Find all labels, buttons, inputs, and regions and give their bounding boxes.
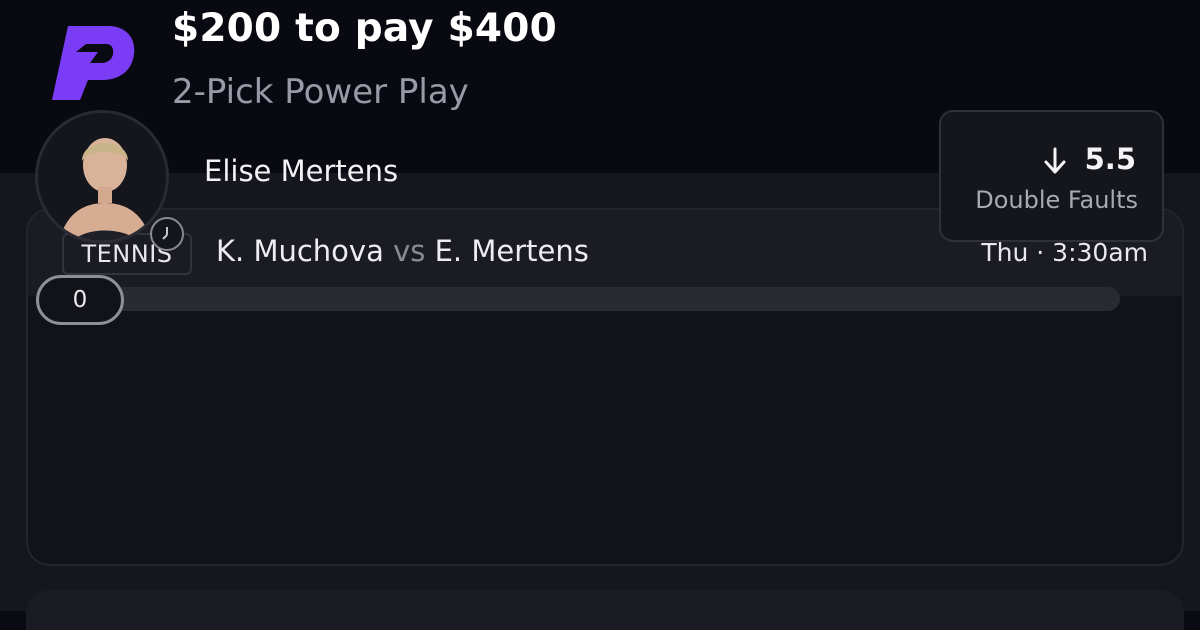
projection-line: 5.5 (1084, 142, 1136, 176)
current-value-knob: 0 (36, 275, 124, 325)
payout-headline: $200 to pay $400 (172, 6, 557, 51)
game-time: Thu · 3:30am (981, 238, 1148, 267)
player-photo-icon (38, 113, 166, 241)
player-name: Elise Mertens (204, 154, 399, 188)
projection-box[interactable]: 5.5 Double Faults (939, 110, 1164, 242)
vs-label: vs (393, 234, 426, 268)
pick-card[interactable]: TENNIS K. Muchova vs E. Mertens Thu · 3:… (26, 208, 1184, 566)
player-avatar (35, 110, 169, 244)
stat-type: Double Faults (975, 186, 1138, 214)
clock-icon (150, 217, 184, 251)
progress-track (36, 287, 1120, 311)
prizepicks-logo-icon (52, 26, 135, 100)
arrow-down-icon (1044, 147, 1066, 174)
next-pick-card[interactable] (26, 590, 1184, 630)
team-b: E. Mertens (434, 234, 589, 268)
matchup-label: K. Muchova vs E. Mertens (216, 234, 589, 268)
team-a: K. Muchova (216, 234, 384, 268)
play-type-label: 2-Pick Power Play (172, 72, 469, 112)
